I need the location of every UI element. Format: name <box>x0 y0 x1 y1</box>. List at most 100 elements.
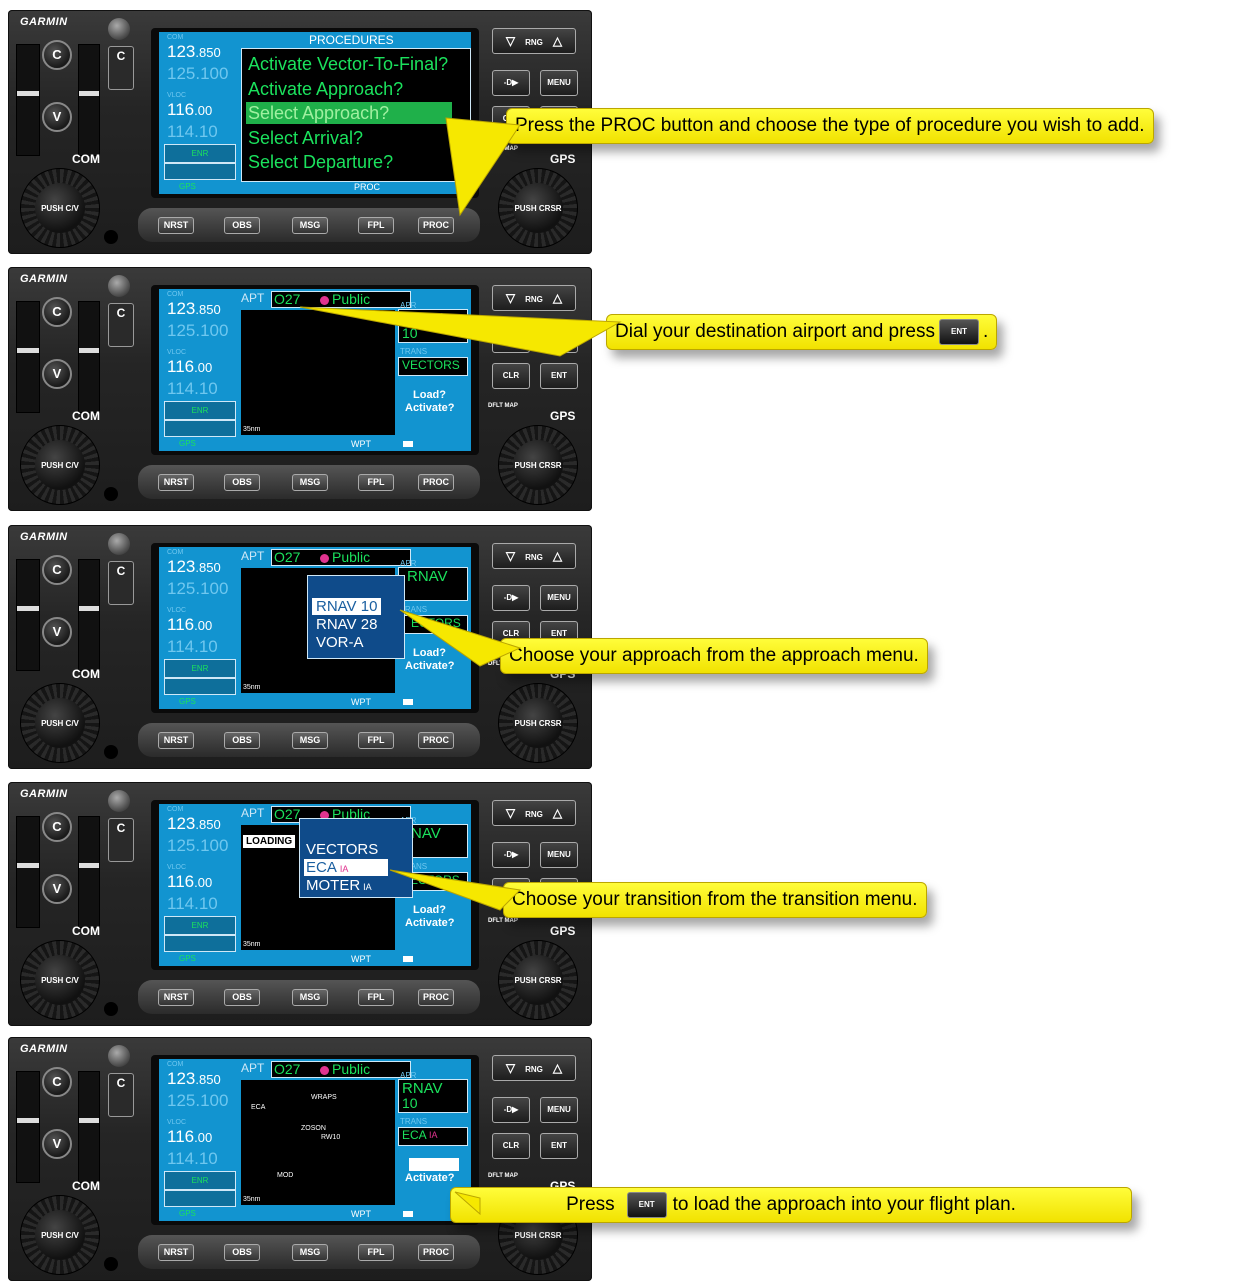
transition-menu-item-2[interactable]: ECA IA <box>304 859 389 876</box>
transition-box[interactable]: VECTORS <box>398 357 468 376</box>
com-vloc-switch[interactable]: C <box>108 303 134 347</box>
transition-menu-item-1[interactable]: VECTORS <box>306 841 378 858</box>
airport-public: Public <box>332 549 371 565</box>
softkey-fpl[interactable]: FPL <box>358 474 394 491</box>
transition-box[interactable]: ECA IA <box>398 1127 468 1146</box>
proc-item-5[interactable]: Select Departure? <box>246 151 395 173</box>
softkey-fpl[interactable]: FPL <box>358 732 394 749</box>
softkey-fpl[interactable]: FPL <box>358 1244 394 1261</box>
com-standby-freq: 125.100 <box>167 1091 229 1110</box>
airport-header[interactable]: O27 Public <box>271 291 411 308</box>
softkey-proc[interactable]: PROC <box>418 217 454 234</box>
rng-button[interactable]: ▽ RNG △ <box>492 1055 576 1081</box>
gps-crsr-knob[interactable]: PUSH CRSR <box>498 683 578 763</box>
direct-to-button[interactable]: -D▶ <box>492 70 530 96</box>
softkey-proc[interactable]: PROC <box>418 989 454 1006</box>
power-volume-knob[interactable] <box>108 18 130 40</box>
direct-to-button[interactable]: -D▶ <box>492 1097 530 1123</box>
softkey-msg[interactable]: MSG <box>292 989 328 1006</box>
com-knob[interactable]: C <box>42 1067 72 1097</box>
softkey-nrst[interactable]: NRST <box>158 474 194 491</box>
menu-button[interactable]: MENU <box>540 327 578 353</box>
rng-label: RNG <box>525 810 543 819</box>
com-small-label: COM <box>167 806 184 813</box>
softkey-msg[interactable]: MSG <box>292 1244 328 1261</box>
softkey-bar: NRST OBS MSG FPL PROC <box>138 465 480 499</box>
transition-box[interactable]: ECTORS <box>398 615 468 634</box>
com-vloc-knob[interactable]: PUSH C/V <box>20 940 100 1020</box>
com-vloc-knob[interactable]: PUSH C/V <box>20 425 100 505</box>
direct-to-button[interactable]: -D▶ <box>492 585 530 611</box>
direct-to-button[interactable]: -D▶ <box>492 842 530 868</box>
softkey-proc[interactable]: PROC <box>418 1244 454 1261</box>
approach-menu-item-3[interactable]: VOR-A <box>316 634 364 651</box>
menu-button[interactable]: MENU <box>540 842 578 868</box>
power-volume-knob[interactable] <box>108 790 130 812</box>
com-vloc-switch[interactable]: C <box>108 818 134 862</box>
clr-button[interactable]: CLR <box>492 363 530 389</box>
softkey-obs[interactable]: OBS <box>224 217 260 234</box>
menu-button[interactable]: MENU <box>540 1097 578 1123</box>
softkey-msg[interactable]: MSG <box>292 217 328 234</box>
softkey-nrst[interactable]: NRST <box>158 989 194 1006</box>
softkey-nrst[interactable]: NRST <box>158 217 194 234</box>
softkey-fpl[interactable]: FPL <box>358 989 394 1006</box>
softkey-obs[interactable]: OBS <box>224 474 260 491</box>
softkey-obs[interactable]: OBS <box>224 732 260 749</box>
rng-button[interactable]: ▽ RNG △ <box>492 543 576 569</box>
enr-annunciator: ENR <box>164 1171 236 1190</box>
approach-box[interactable]: RNAV <box>398 567 468 601</box>
vloc-knob[interactable]: V <box>42 874 72 904</box>
com-knob[interactable]: C <box>42 555 72 585</box>
transition-menu-item-3[interactable]: MOTER IA <box>306 877 372 894</box>
softkey-msg[interactable]: MSG <box>292 474 328 491</box>
approach-menu-item-1[interactable]: RNAV 10 <box>312 598 382 615</box>
gps-crsr-knob[interactable]: PUSH CRSR <box>498 940 578 1020</box>
approach-menu-item-2[interactable]: RNAV 28 <box>316 616 377 633</box>
power-volume-knob[interactable] <box>108 1045 130 1067</box>
softkey-nrst[interactable]: NRST <box>158 732 194 749</box>
com-vloc-knob[interactable]: PUSH C/V <box>20 1195 100 1275</box>
softkey-proc[interactable]: PROC <box>418 474 454 491</box>
rng-button[interactable]: ▽ RNG △ <box>492 800 576 826</box>
gps-crsr-knob[interactable]: PUSH CRSR <box>498 425 578 505</box>
vloc-knob[interactable]: V <box>42 1129 72 1159</box>
com-knob[interactable]: C <box>42 297 72 327</box>
gps-crsr-knob[interactable]: PUSH CRSR <box>498 168 578 248</box>
airport-header[interactable]: O27 Public <box>271 549 411 566</box>
com-vloc-switch[interactable]: C <box>108 561 134 605</box>
airport-header[interactable]: O27 Public <box>271 1061 411 1078</box>
com-vloc-knob[interactable]: PUSH C/V <box>20 683 100 763</box>
com-vloc-switch[interactable]: C <box>108 46 134 90</box>
proc-item-3[interactable]: Select Approach? <box>246 102 452 124</box>
menu-button[interactable]: MENU <box>540 585 578 611</box>
softkey-fpl[interactable]: FPL <box>358 217 394 234</box>
power-volume-knob[interactable] <box>108 533 130 555</box>
transition-suffix: IA <box>429 1130 438 1140</box>
proc-item-2[interactable]: Activate Approach? <box>246 78 405 100</box>
clr-button[interactable]: CLR <box>492 1133 530 1159</box>
com-knob[interactable]: C <box>42 40 72 70</box>
vloc-knob[interactable]: V <box>42 359 72 389</box>
menu-button[interactable]: MENU <box>540 70 578 96</box>
com-vloc-knob[interactable]: PUSH C/V <box>20 168 100 248</box>
rng-button[interactable]: ▽ RNG △ <box>492 285 576 311</box>
power-volume-knob[interactable] <box>108 275 130 297</box>
vloc-knob[interactable]: V <box>42 102 72 132</box>
softkey-proc[interactable]: PROC <box>418 732 454 749</box>
vloc-knob[interactable]: V <box>42 617 72 647</box>
softkey-obs[interactable]: OBS <box>224 1244 260 1261</box>
ent-button[interactable]: ENT <box>540 363 578 389</box>
softkey-nrst[interactable]: NRST <box>158 1244 194 1261</box>
approach-box[interactable]: RNAV 10 <box>398 1079 468 1113</box>
proc-item-1[interactable]: Activate Vector-To-Final? <box>246 53 450 75</box>
direct-to-button[interactable]: -D▶ <box>492 327 530 353</box>
ent-button[interactable]: ENT <box>540 1133 578 1159</box>
rng-button[interactable]: ▽ RNG △ <box>492 28 576 54</box>
com-knob[interactable]: C <box>42 812 72 842</box>
softkey-msg[interactable]: MSG <box>292 732 328 749</box>
softkey-obs[interactable]: OBS <box>224 989 260 1006</box>
proc-item-4[interactable]: Select Arrival? <box>246 127 365 149</box>
approach-box[interactable]: RNAV 10 <box>398 309 468 343</box>
com-vloc-switch[interactable]: C <box>108 1073 134 1117</box>
